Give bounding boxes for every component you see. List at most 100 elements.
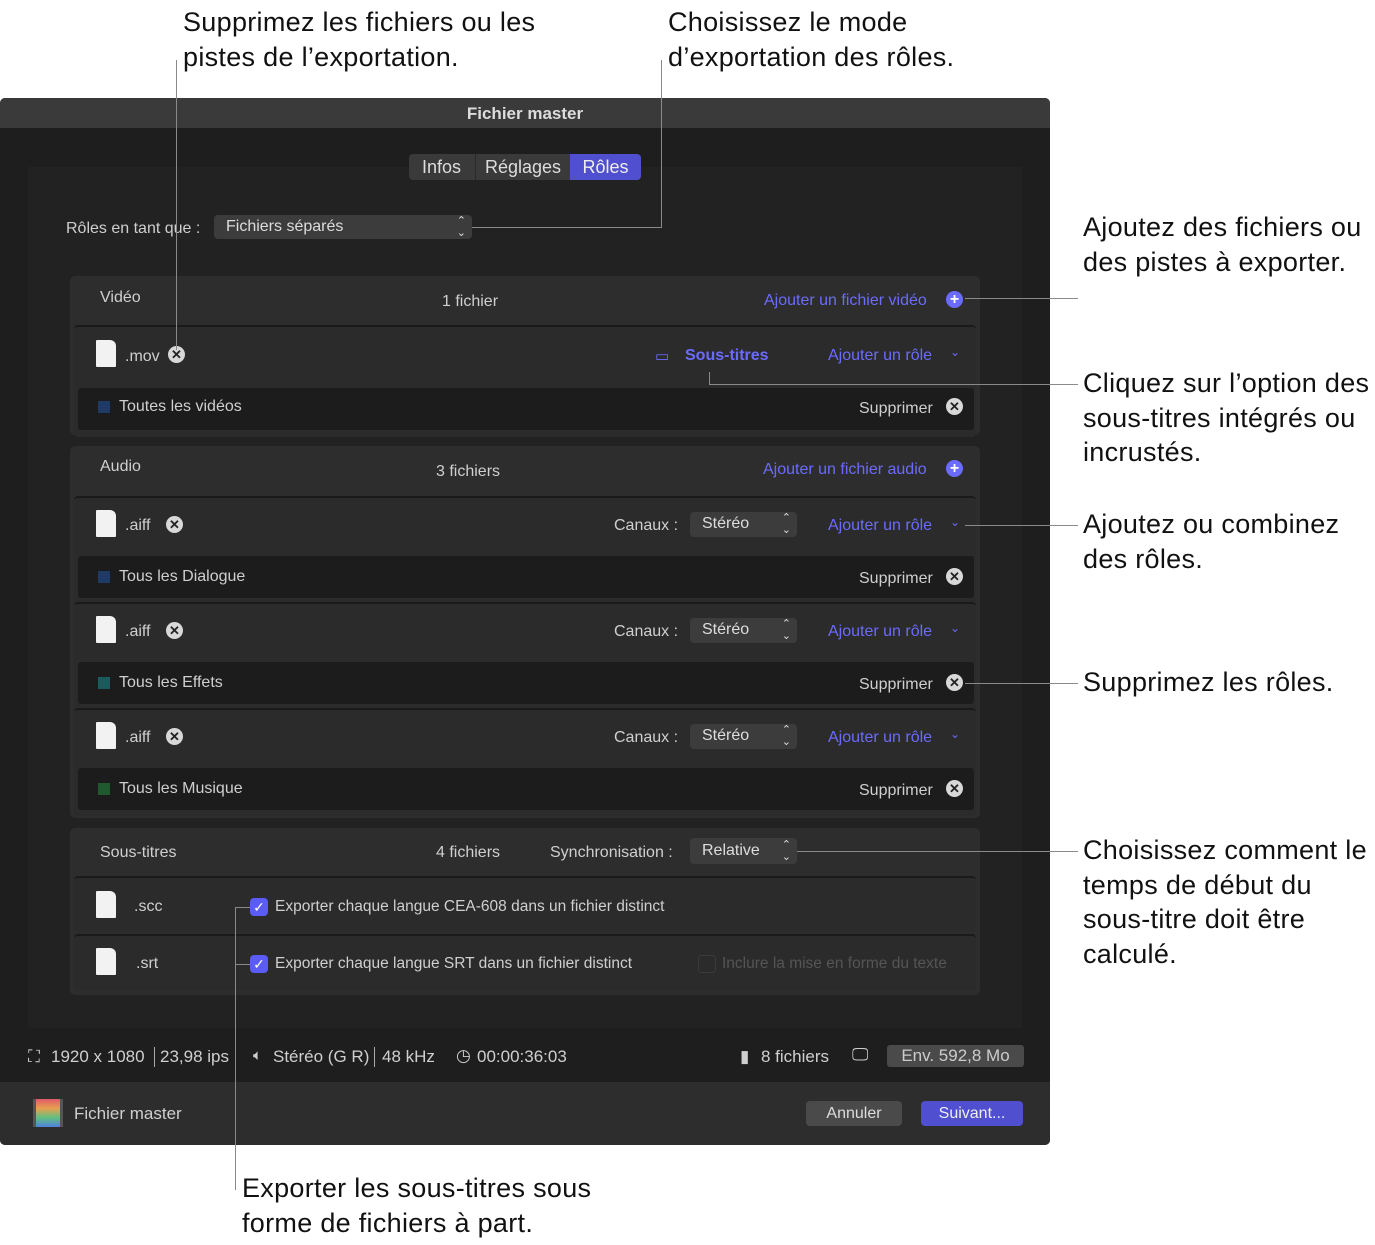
leader-line xyxy=(965,298,1078,299)
chevron-down-icon[interactable]: ⌄ xyxy=(950,515,960,529)
remove-file-x-icon[interactable]: ✕ xyxy=(166,516,183,533)
estimated-size: Env. 592,8 Mo xyxy=(887,1045,1024,1067)
annotation-add-roles: Ajoutez ou combinez des rôles. xyxy=(1083,509,1340,574)
annotation-sync: Choisissez comment le temps de début du … xyxy=(1083,835,1367,969)
tab-infos[interactable]: Infos xyxy=(409,154,474,180)
video-title: Vidéo xyxy=(100,289,141,306)
frame-rate: 23,98 ips xyxy=(154,1047,229,1067)
audio-file-icon xyxy=(96,510,116,537)
role-name: Tous les Effets xyxy=(119,674,223,691)
remove-file-x-icon[interactable]: ✕ xyxy=(166,622,183,639)
video-file-ext: .mov xyxy=(125,348,160,365)
display-icon: 🖵︎ xyxy=(852,1045,869,1064)
channels-label: Canaux : xyxy=(614,729,679,746)
channels-label: Canaux : xyxy=(614,623,679,640)
role-color-swatch xyxy=(98,401,110,413)
add-role-dropdown[interactable]: Ajouter un rôle xyxy=(828,623,932,641)
updown-icon: ⌃ ⌄ xyxy=(781,512,791,536)
leader-line xyxy=(472,227,662,228)
export-srt-checkbox[interactable]: ✓ xyxy=(250,955,268,973)
leader-line xyxy=(709,384,1078,385)
audio-file-icon xyxy=(96,722,116,749)
updown-icon: ⌃ ⌄ xyxy=(456,215,466,239)
leader-line xyxy=(709,372,710,384)
roles-as-label: Rôles en tant que : xyxy=(66,220,201,237)
chevron-down-icon[interactable]: ⌄ xyxy=(950,621,960,635)
channels-value: Stéréo xyxy=(702,515,750,532)
subtitles-title: Sous-titres xyxy=(100,844,177,861)
clock-icon: ◷ xyxy=(456,1046,471,1065)
remove-file-x-icon[interactable]: ✕ xyxy=(166,728,183,745)
resolution-icon: ⛶ xyxy=(28,1047,40,1066)
add-role-dropdown[interactable]: Ajouter un rôle xyxy=(828,347,932,365)
tab-reglages[interactable]: Réglages xyxy=(475,154,570,180)
include-formatting-checkbox[interactable] xyxy=(698,955,716,973)
remove-role-x-icon[interactable]: ✕ xyxy=(946,780,963,797)
remove-role-button[interactable]: Supprimer xyxy=(859,570,933,588)
export-cea608-checkbox[interactable]: ✓ xyxy=(250,898,268,916)
subtitles-count: 4 fichiers xyxy=(436,844,501,861)
subtitle-file-ext: .srt xyxy=(136,955,159,972)
remove-role-x-icon[interactable]: ✕ xyxy=(946,674,963,691)
updown-icon: ⌃ ⌄ xyxy=(781,839,791,863)
tab-roles[interactable]: Rôles xyxy=(570,154,641,180)
master-file-icon xyxy=(33,1099,63,1127)
add-role-dropdown[interactable]: Ajouter un rôle xyxy=(828,517,932,535)
add-role-dropdown[interactable]: Ajouter un rôle xyxy=(828,729,932,747)
add-audio-file-plus-icon[interactable]: + xyxy=(946,460,963,477)
leader-line xyxy=(176,60,177,350)
audio-file-icon xyxy=(96,616,116,643)
channels-select[interactable]: Stéréo ⌃ ⌄ xyxy=(690,512,797,537)
add-video-file-link[interactable]: Ajouter un fichier vidéo xyxy=(764,292,927,310)
annotation-export-subs: Exporter les sous-titres sous forme de f… xyxy=(242,1173,592,1238)
video-count: 1 fichier xyxy=(442,293,499,310)
add-audio-file-link[interactable]: Ajouter un fichier audio xyxy=(763,461,927,479)
cancel-button[interactable]: Annuler xyxy=(806,1101,902,1126)
footer-preset-name: Fichier master xyxy=(74,1104,182,1123)
audio-file-ext: .aiff xyxy=(125,623,151,640)
subtitles-option-button[interactable]: Sous-titres xyxy=(685,347,769,365)
add-video-file-plus-icon[interactable]: + xyxy=(946,291,963,308)
export-srt-label: Exporter chaque langue SRT dans un fichi… xyxy=(275,955,632,972)
remove-role-x-icon[interactable]: ✕ xyxy=(946,398,963,415)
leader-line xyxy=(965,683,1078,684)
leader-line xyxy=(661,60,662,228)
channels-label: Canaux : xyxy=(614,517,679,534)
channels-select[interactable]: Stéréo ⌃ ⌄ xyxy=(690,724,797,749)
file-count: 8 fichiers xyxy=(761,1047,830,1066)
resolution: 1920 x 1080 xyxy=(51,1047,145,1066)
roles-as-select[interactable]: Fichiers séparés ⌃ ⌄ xyxy=(214,215,472,239)
speaker-icon: 🔈︎ xyxy=(253,1047,263,1064)
remove-role-button[interactable]: Supprimer xyxy=(859,400,933,418)
channels-value: Stéréo xyxy=(702,727,750,744)
leader-line xyxy=(235,964,250,965)
tab-bar: Infos Réglages Rôles xyxy=(409,154,641,180)
caption-file-icon xyxy=(96,891,116,918)
chevron-down-icon[interactable]: ⌄ xyxy=(950,727,960,741)
channels-select[interactable]: Stéréo ⌃ ⌄ xyxy=(690,618,797,643)
sync-value: Relative xyxy=(702,842,760,859)
remove-role-button[interactable]: Supprimer xyxy=(859,676,933,694)
next-button[interactable]: Suivant... xyxy=(921,1101,1023,1126)
sample-rate: 48 kHz xyxy=(374,1047,435,1067)
leader-line xyxy=(797,851,1078,852)
window-title: Fichier master xyxy=(0,98,1050,128)
remove-role-x-icon[interactable]: ✕ xyxy=(946,568,963,585)
sync-select[interactable]: Relative ⌃ ⌄ xyxy=(690,838,797,864)
role-name: Tous les Musique xyxy=(119,780,243,797)
files-icon: ▮ xyxy=(740,1047,750,1066)
role-color-swatch xyxy=(98,677,110,689)
subtitle-file-ext: .scc xyxy=(134,898,163,915)
annotation-remove-roles: Supprimez les rôles. xyxy=(1083,667,1334,697)
annotation-roles-mode: Choisissez le mode d’exportation des rôl… xyxy=(668,7,955,72)
sync-label: Synchronisation : xyxy=(550,844,673,861)
roles-as-value: Fichiers séparés xyxy=(226,218,344,235)
channels-value: Stéréo xyxy=(702,621,750,638)
remove-role-button[interactable]: Supprimer xyxy=(859,782,933,800)
quicktime-file-icon xyxy=(96,340,116,367)
leader-line xyxy=(235,907,250,908)
chevron-down-icon[interactable]: ⌄ xyxy=(950,345,960,359)
role-color-swatch xyxy=(98,571,110,583)
updown-icon: ⌃ ⌄ xyxy=(781,724,791,748)
leader-line xyxy=(235,907,236,1190)
